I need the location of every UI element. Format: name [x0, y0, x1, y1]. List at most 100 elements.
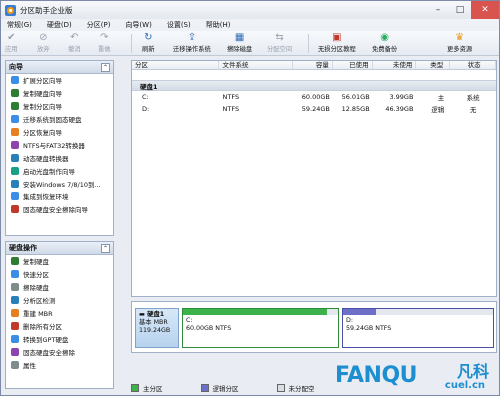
toolbar-button-label: 迁移操作系统 — [173, 46, 211, 53]
item-icon — [11, 257, 19, 266]
watermark: FANQU 凡科 cuel.cn — [335, 356, 495, 394]
cell-capacity: 60.00GB — [301, 93, 330, 101]
toolbar-button-label: 免费备份 — [372, 46, 398, 53]
wizard-item[interactable]: 安装Windows 7/8/10到... — [6, 177, 113, 190]
menu-disk[interactable]: 硬盘(D) — [47, 20, 72, 30]
menu-general[interactable]: 常规(G) — [7, 20, 32, 30]
disk-ops-item[interactable]: 擦除硬盘 — [6, 281, 113, 294]
cell-status: 无 — [469, 106, 477, 114]
item-label: 重建 MBR — [23, 310, 53, 318]
menu-wizard[interactable]: 向导(W) — [125, 20, 151, 30]
disk-ops-item[interactable]: 属性 — [6, 358, 113, 371]
watermark-cn: 凡科 — [456, 362, 489, 381]
partition-label: D: — [346, 317, 353, 324]
disk-card[interactable]: ▬ 硬盘1 基本 MBR 119.24GB — [135, 308, 179, 348]
wipe-disk-button[interactable]: ▦ 擦除磁盘 — [227, 32, 252, 53]
cell-unused: 46.39GB — [385, 105, 414, 113]
legend-swatch — [200, 383, 209, 392]
check-button[interactable]: ✔ 应用 — [5, 32, 18, 53]
collapse-icon[interactable]: ⌃ — [101, 244, 110, 253]
col-filesystem[interactable]: 文件系统 — [219, 61, 294, 69]
disk-group-row[interactable]: 硬盘1 — [132, 80, 496, 91]
legend-swatch — [131, 383, 139, 392]
toolbar-button-label: 刷新 — [142, 46, 155, 53]
item-label: 复制硬盘 — [23, 258, 49, 267]
wizard-item[interactable]: 复制分区向导 — [6, 100, 113, 113]
refresh-icon: ↻ — [144, 32, 153, 43]
migrate-os-button[interactable]: ⇪ 迁移操作系统 — [173, 32, 211, 53]
wizard-item[interactable]: 复制硬盘向导 — [6, 87, 113, 100]
menu-settings[interactable]: 设置(S) — [167, 20, 191, 30]
col-status[interactable]: 状态 — [450, 61, 496, 69]
allocate-space-button[interactable]: ⇆ 分配空间 — [267, 32, 292, 53]
item-icon — [11, 128, 19, 136]
title-bar: 分区助手企业版 – □ ✕ — [1, 1, 499, 19]
toolbar-button-label: 无损分区教程 — [318, 46, 356, 53]
more-resources-button[interactable]: ♛ 更多资源 — [447, 32, 472, 53]
item-label: 迁移系统到固态硬盘 — [23, 116, 82, 125]
wizard-item[interactable]: 集成到恢复环境 — [6, 190, 113, 203]
disk-ops-item[interactable]: 删除所有分区 — [6, 319, 113, 332]
partition-usage-fill — [343, 309, 376, 315]
cell-used: 56.01GB — [341, 93, 370, 101]
disk-ops-item[interactable]: 重建 MBR — [6, 307, 113, 320]
wizard-item[interactable]: 迁移系统到固态硬盘 — [6, 113, 113, 126]
col-unused[interactable]: 未使用 — [373, 61, 417, 69]
disk-ops-item[interactable]: 转换到GPT硬盘 — [6, 332, 113, 345]
undo-button[interactable]: ↶ 撤消 — [68, 32, 81, 53]
legend-label: 未分配空 — [288, 384, 315, 393]
cell-partition: D: — [142, 105, 150, 113]
cell-capacity: 59.24GB — [301, 105, 330, 113]
discard-button[interactable]: ⊘ 放弃 — [37, 32, 50, 53]
col-type[interactable]: 类型 — [416, 61, 451, 69]
disk-ops-item[interactable]: 复制硬盘 — [6, 255, 113, 268]
col-partition[interactable]: 分区 — [132, 61, 220, 69]
col-used[interactable]: 已使用 — [333, 61, 373, 69]
table-header: 分区 文件系统 容量 已使用 未使用 类型 状态 — [132, 61, 496, 70]
close-button[interactable]: ✕ — [471, 1, 499, 19]
wizard-item[interactable]: 分区恢复向导 — [6, 126, 113, 139]
disk-ops-item[interactable]: 分析区检测 — [6, 294, 113, 307]
maximize-button[interactable]: □ — [449, 1, 471, 19]
wizard-panel-header[interactable]: 向导 ⌃ — [6, 61, 113, 74]
wizard-panel: 向导 ⌃ 扩展分区向导复制硬盘向导 复制分区向导迁移系统到固态硬盘 分区恢复向导 NT… — [5, 60, 114, 236]
item-label: 复制硬盘向导 — [23, 90, 62, 99]
toolbar-button-label: 放弃 — [37, 46, 50, 53]
app-window: 分区助手企业版 – □ ✕ 常规(G) 硬盘(D) 分区(P) 向导(W) 设置… — [0, 0, 500, 396]
disk-ops-item[interactable]: 快速分区 — [6, 268, 113, 281]
wizard-item[interactable]: 扩展分区向导 — [6, 74, 113, 87]
legend-label: 逻辑分区 — [212, 384, 239, 393]
col-capacity[interactable]: 容量 — [293, 61, 333, 69]
partition-usage-bar — [183, 309, 338, 315]
partition-detail: 60.00GB NTFS — [186, 325, 232, 332]
migrate-os-icon: ⇪ — [187, 32, 197, 43]
disk-name: ▬ 硬盘1 — [139, 311, 175, 319]
refresh-button[interactable]: ↻ 刷新 — [142, 32, 155, 53]
wizard-item[interactable]: NTFS与FAT32转换器 — [6, 138, 113, 151]
item-icon — [11, 283, 19, 292]
wizard-item[interactable]: 启动光盘制作向导 — [6, 164, 113, 177]
cell-type: 逻辑 — [431, 106, 445, 114]
cell-fs: NTFS — [222, 105, 240, 113]
item-icon — [11, 334, 19, 343]
disk-ops-panel-header[interactable]: 硬盘操作 ⌃ — [6, 242, 113, 255]
partition-block[interactable]: D: 59.24GB NTFS — [342, 308, 494, 348]
table-row[interactable]: C: NTFS 60.00GB 56.01GB 3.99GB 主 系统 — [132, 91, 496, 103]
disk-ops-item[interactable]: 固态硬盘安全擦除 — [6, 345, 113, 358]
redo-button[interactable]: ↷ 重做 — [98, 32, 111, 53]
menu-help[interactable]: 帮助(H) — [206, 20, 231, 30]
wizard-item[interactable]: 固态硬盘安全擦除向导 — [6, 203, 113, 216]
menu-partition[interactable]: 分区(P) — [87, 20, 111, 30]
table-row[interactable]: D: NTFS 59.24GB 12.85GB 46.39GB 逻辑 无 — [132, 103, 496, 115]
wizard-item[interactable]: 动态硬盘转换器 — [6, 151, 113, 164]
backup-button[interactable]: ◉ 免费备份 — [372, 32, 397, 53]
tutorial-icon: ▣ — [332, 32, 342, 43]
partition-block[interactable]: C: 60.00GB NTFS — [182, 308, 339, 348]
tutorial-button[interactable]: ▣ 无损分区教程 — [318, 32, 356, 53]
collapse-icon[interactable]: ⌃ — [101, 63, 110, 72]
toolbar-button-label: 重做 — [98, 46, 111, 53]
partition-detail: 59.24GB NTFS — [346, 325, 392, 332]
item-label: 转换到GPT硬盘 — [23, 335, 69, 344]
minimize-button[interactable]: – — [427, 1, 449, 19]
wizard-panel-title: 向导 — [9, 63, 23, 71]
